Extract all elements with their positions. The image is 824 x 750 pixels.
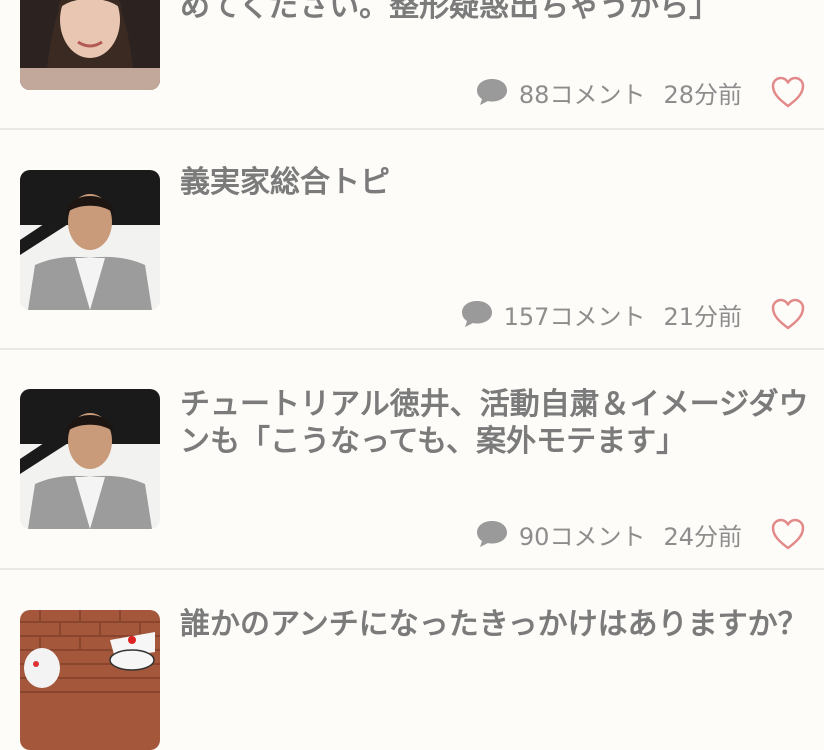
topic-meta: 90コメント 24分前	[475, 514, 806, 554]
favorite-heart-icon[interactable]	[770, 75, 806, 109]
woman-photo-image	[20, 0, 160, 90]
comment-count: 88コメント	[518, 80, 646, 109]
topic-title[interactable]: 誰かのアンチになったきっかけはありますか？	[180, 606, 810, 643]
topic-thumbnail[interactable]	[20, 170, 160, 310]
comment-bubble-icon	[461, 301, 492, 327]
topic-item[interactable]: 義実家総合トピ 157コメント 21分前	[0, 130, 824, 350]
post-time: 24分前	[663, 522, 742, 551]
topic-item[interactable]: チュートリアル徳井、活動自粛＆イメージダウンも「こうなっても、案外モテます」 9…	[0, 350, 824, 570]
post-time: 28分前	[663, 80, 742, 109]
post-time: 21分前	[663, 302, 742, 331]
topic-item[interactable]: めてください。整形疑惑出ちゃうから」 88コメント 28分前	[0, 0, 824, 130]
comment-bubble-icon	[476, 521, 507, 547]
cartoon-anti-image	[20, 610, 160, 750]
topic-title[interactable]: チュートリアル徳井、活動自粛＆イメージダウンも「こうなっても、案外モテます」	[180, 386, 810, 460]
topic-thumbnail[interactable]	[20, 610, 160, 750]
favorite-heart-icon[interactable]	[770, 297, 806, 331]
comment-bubble-icon	[476, 79, 507, 105]
topic-thumbnail[interactable]	[20, 0, 160, 90]
topic-item[interactable]: 誰かのアンチになったきっかけはありますか？	[0, 570, 824, 750]
topic-title[interactable]: 義実家総合トピ	[180, 164, 810, 201]
topic-thumbnail[interactable]	[20, 389, 160, 529]
topic-meta: 88コメント 28分前	[475, 72, 806, 112]
topic-title[interactable]: めてください。整形疑惑出ちゃうから」	[180, 0, 810, 25]
topic-meta: 157コメント 21分前	[460, 294, 806, 334]
favorite-heart-icon[interactable]	[770, 517, 806, 551]
comment-count: 157コメント	[503, 302, 646, 331]
man-photo-image	[20, 389, 160, 529]
comment-count: 90コメント	[518, 522, 646, 551]
man-photo-image	[20, 170, 160, 310]
